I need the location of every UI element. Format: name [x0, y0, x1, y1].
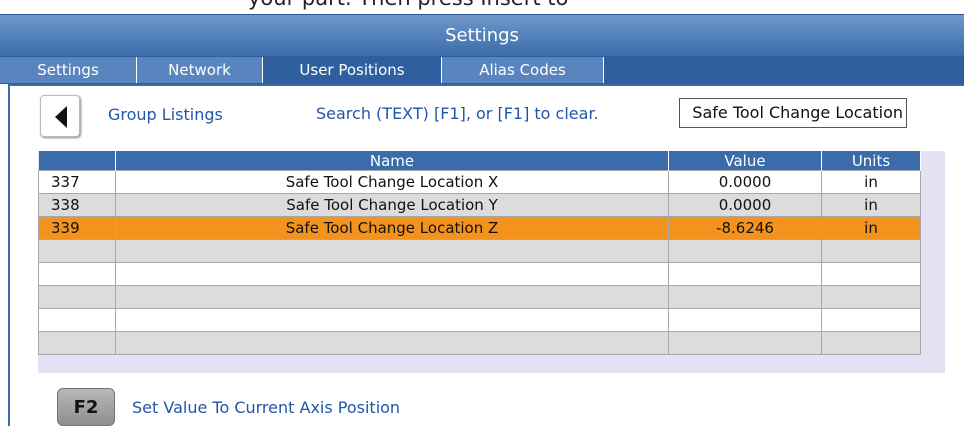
row-value: 0.0000 — [668, 193, 822, 217]
search-input[interactable]: Safe Tool Change Location — [679, 98, 907, 128]
column-header-units: Units — [821, 151, 921, 171]
group-listings-label[interactable]: Group Listings — [108, 105, 223, 124]
table-row-selected[interactable]: 339 Safe Tool Change Location Z -8.6246 … — [38, 216, 921, 240]
f2-key-button[interactable]: F2 — [57, 388, 115, 426]
table-row-empty[interactable] — [38, 262, 921, 286]
window-title: Settings — [0, 14, 964, 56]
search-hint: Search (TEXT) [F1], or [F1] to clear. — [316, 104, 599, 123]
tab-settings[interactable]: Settings — [0, 57, 137, 83]
table-row-empty[interactable] — [38, 331, 921, 355]
table-row[interactable]: 338 Safe Tool Change Location Y 0.0000 i… — [38, 193, 921, 217]
table-row[interactable]: 337 Safe Tool Change Location X 0.0000 i… — [38, 170, 921, 194]
tab-alias-codes[interactable]: Alias Codes — [442, 57, 604, 83]
column-header-name: Name — [115, 151, 669, 171]
row-units: in — [821, 193, 921, 217]
partial-instruction-text: your part. Then press Insert to — [0, 0, 964, 14]
row-name: Safe Tool Change Location Y — [115, 193, 669, 217]
row-number: 339 — [38, 216, 116, 240]
row-number: 337 — [38, 170, 116, 194]
row-value: -8.6246 — [668, 216, 822, 240]
row-units: in — [821, 216, 921, 240]
search-input-value: Safe Tool Change Location — [692, 103, 903, 122]
tab-bar: Settings Network User Positions Alias Co… — [0, 56, 964, 84]
table-row-empty[interactable] — [38, 285, 921, 309]
row-value: 0.0000 — [668, 170, 822, 194]
back-button[interactable] — [40, 95, 80, 137]
row-units: in — [821, 170, 921, 194]
table-row-empty[interactable] — [38, 308, 921, 332]
f2-action-label: Set Value To Current Axis Position — [132, 398, 401, 417]
table-row-empty[interactable] — [38, 239, 921, 263]
tab-network[interactable]: Network — [137, 57, 263, 83]
row-number: 338 — [38, 193, 116, 217]
row-name: Safe Tool Change Location X — [115, 170, 669, 194]
instruction-text: your part. Then press Insert to — [248, 0, 568, 10]
row-name: Safe Tool Change Location Z — [115, 216, 669, 240]
tab-user-positions[interactable]: User Positions — [263, 57, 442, 83]
column-header-number — [38, 151, 116, 171]
column-header-value: Value — [668, 151, 822, 171]
triangle-left-icon — [55, 106, 67, 128]
positions-table: Name Value Units 337 Safe Tool Change Lo… — [38, 151, 921, 355]
